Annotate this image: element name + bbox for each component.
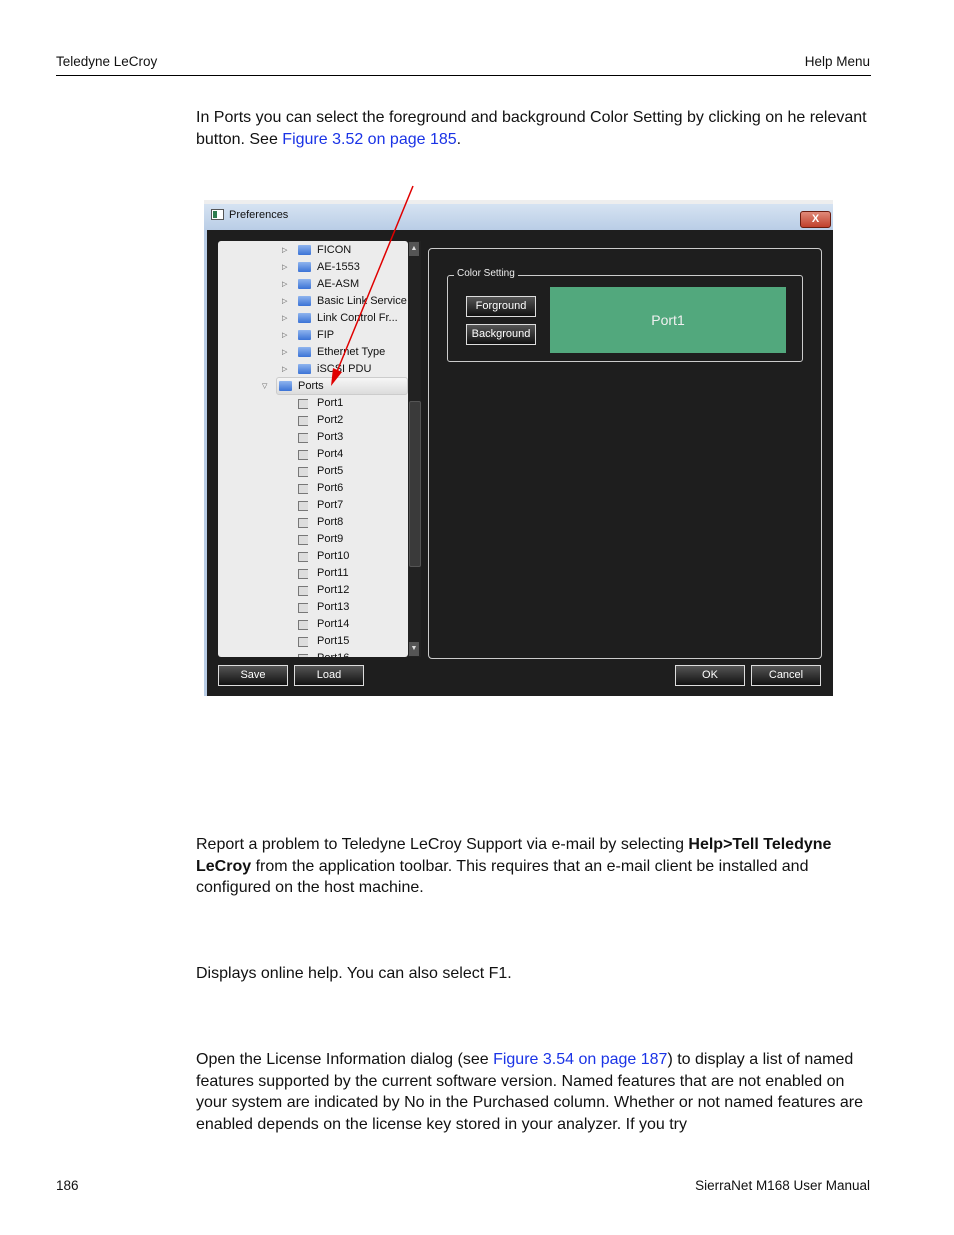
port-icon xyxy=(298,433,308,443)
tree-item-port[interactable]: Port8 xyxy=(317,514,343,530)
port-icon xyxy=(298,450,308,460)
load-button[interactable]: Load xyxy=(294,665,364,686)
tree-item-port[interactable]: Port14 xyxy=(317,616,349,632)
scroll-thumb[interactable] xyxy=(409,401,421,567)
tree-item-port[interactable]: Port15 xyxy=(317,633,349,649)
scroll-down-icon[interactable]: ▼ xyxy=(409,642,419,656)
port-icon xyxy=(298,620,308,630)
cancel-button[interactable]: Cancel xyxy=(751,665,821,686)
page-number: 186 xyxy=(56,1178,79,1193)
port-icon xyxy=(298,569,308,579)
text: Report a problem to Teledyne LeCroy Supp… xyxy=(196,836,689,853)
license-paragraph: Open the License Information dialog (see… xyxy=(196,1049,876,1136)
port-icon xyxy=(298,467,308,477)
port-icon xyxy=(298,399,308,409)
port-icon xyxy=(298,484,308,494)
online-help-paragraph: Displays online help. You can also selec… xyxy=(196,965,512,982)
tree-item-port[interactable]: Port16 xyxy=(317,650,349,657)
save-button[interactable]: Save xyxy=(218,665,288,686)
port-icon xyxy=(298,637,308,647)
ok-button[interactable]: OK xyxy=(675,665,745,686)
tree-item-port[interactable]: Port5 xyxy=(317,463,343,479)
tree-item-port[interactable]: Port4 xyxy=(317,446,343,462)
port-icon xyxy=(298,552,308,562)
annotation-arrow xyxy=(331,185,414,386)
port-icon xyxy=(298,501,308,511)
tree-item-port[interactable]: Port2 xyxy=(317,412,343,428)
tree-item-port[interactable]: Port12 xyxy=(317,582,349,598)
text: from the application toolbar. This requi… xyxy=(196,857,809,897)
port-icon xyxy=(298,535,308,545)
manual-title: SierraNet M168 User Manual xyxy=(695,1178,870,1193)
tree-item-port[interactable]: Port11 xyxy=(317,565,349,581)
report-problem-paragraph: Report a problem to Teledyne LeCroy Supp… xyxy=(196,834,876,899)
tree-item-port[interactable]: Port10 xyxy=(317,548,349,564)
arrow-head xyxy=(331,368,342,386)
arrow-line xyxy=(335,185,414,375)
port-icon xyxy=(298,586,308,596)
tree-item-port[interactable]: Port13 xyxy=(317,599,349,615)
port-icon xyxy=(298,518,308,528)
tree-item-port[interactable]: Port3 xyxy=(317,429,343,445)
document-page: Teledyne LeCroy Help Menu In Ports you c… xyxy=(0,0,954,1235)
text: Open the License Information dialog (see xyxy=(196,1051,494,1068)
figure-link[interactable]: Figure 3.54 on page 187 xyxy=(493,1051,667,1068)
port-icon xyxy=(298,603,308,613)
port-icon xyxy=(298,654,308,657)
tree-item-port[interactable]: Port6 xyxy=(317,480,343,496)
port-icon xyxy=(298,416,308,426)
tree-item-port[interactable]: Port7 xyxy=(317,497,343,513)
tree-item-port[interactable]: Port9 xyxy=(317,531,343,547)
